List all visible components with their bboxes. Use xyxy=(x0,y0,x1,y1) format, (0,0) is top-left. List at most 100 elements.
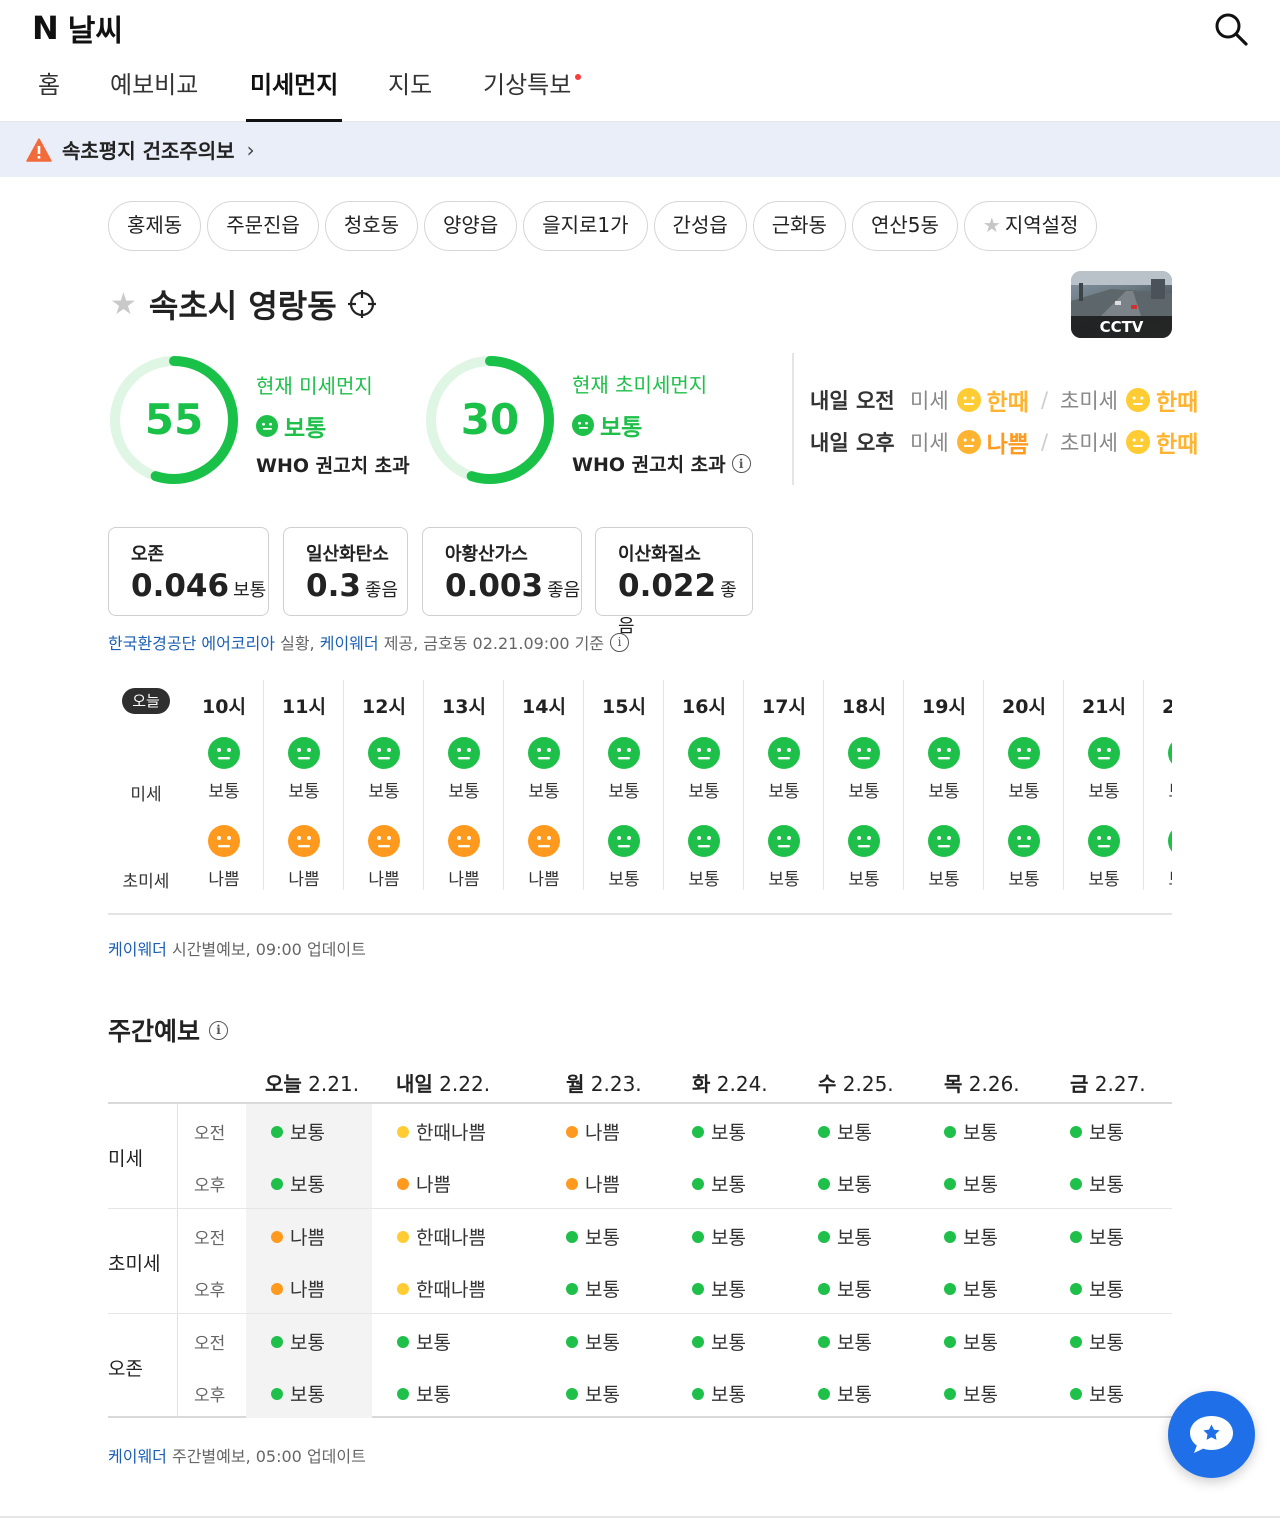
pm25-grade: 보통 xyxy=(1088,870,1120,890)
region-setting-chip[interactable]: ★ 지역설정 xyxy=(963,201,1098,251)
pm25-grade: 보통 xyxy=(688,870,720,890)
gas-card-ozone[interactable]: 오존 0.046 보통 xyxy=(108,527,269,616)
am-label: 오전 xyxy=(194,1334,226,1354)
face-normal-icon xyxy=(572,414,594,436)
tab-map[interactable]: 지도 xyxy=(388,68,432,122)
day-header: 내일 2.22. xyxy=(396,1068,490,1097)
hour-column: 11시 보통 나쁨 xyxy=(264,680,344,890)
gps-icon[interactable] xyxy=(347,289,377,319)
row-divider xyxy=(108,1208,1172,1209)
face-normal-icon xyxy=(256,415,278,437)
gas-name: 일산화탄소 xyxy=(306,544,389,565)
pm10-info: 현재 미세먼지 보통 WHO 권고치 초과 xyxy=(256,370,410,478)
pm25-row-label: 초미세 xyxy=(122,872,170,892)
grade-text: 보통 xyxy=(1089,1279,1124,1301)
forecast-cell: 보통 xyxy=(566,1380,620,1407)
grade-dot xyxy=(397,1387,409,1400)
chatbot-button[interactable] xyxy=(1168,1391,1255,1478)
hour-label: 21시 xyxy=(1082,696,1126,718)
pm10-grade-row: 보통 xyxy=(256,409,410,443)
forecast-cell: 보통 xyxy=(692,1170,746,1197)
gas-card-co[interactable]: 일산화탄소 0.3 좋음 xyxy=(283,527,408,616)
face-icon xyxy=(1088,737,1120,769)
pm25-grade: 나쁨 xyxy=(448,870,480,890)
gas-grade: 좋음 xyxy=(547,580,581,601)
day-header: 금 2.27. xyxy=(1070,1068,1146,1097)
alert-banner[interactable]: 속초평지 건조주의보 › xyxy=(0,122,1280,177)
gas-card-so2[interactable]: 아황산가스 0.003 좋음 xyxy=(422,527,582,616)
grade-text: 보통 xyxy=(837,1332,872,1354)
nav-tabs: 홈 예보비교 미세먼지 지도 기상특보 xyxy=(0,62,1280,122)
grade-text: 나쁨 xyxy=(585,1122,620,1144)
pm10-grade: 보통 xyxy=(1008,782,1040,802)
grade-dot xyxy=(566,1177,578,1190)
forecast-cell: 보통 xyxy=(397,1328,451,1355)
tab-home[interactable]: 홈 xyxy=(38,68,60,122)
grade-text: 보통 xyxy=(837,1384,872,1406)
region-chip[interactable]: 홍제동 xyxy=(108,201,202,251)
grade-text: 보통 xyxy=(1089,1122,1124,1144)
pm10-grade: 보통 xyxy=(848,782,880,802)
grade-text: 나쁨 xyxy=(416,1174,451,1196)
face-icon xyxy=(288,825,320,857)
face-icon xyxy=(1008,825,1040,857)
info-icon[interactable]: i xyxy=(731,454,751,473)
grade-dot xyxy=(692,1177,704,1190)
grade-dot xyxy=(1070,1387,1082,1400)
hourly-label-column: 오늘 미세 초미세 xyxy=(108,680,184,913)
region-chip[interactable]: 간성읍 xyxy=(653,201,747,251)
provider-link[interactable]: 케이웨더 xyxy=(108,940,167,959)
gas-card-no2[interactable]: 이산화질소 0.022 좋음 xyxy=(595,527,753,637)
pm10-grade: 보통 xyxy=(928,782,960,802)
search-icon[interactable] xyxy=(1212,10,1250,48)
grade-text: 보통 xyxy=(416,1332,451,1354)
pm25-grade: 나쁨 xyxy=(368,870,400,890)
region-chip[interactable]: 양양읍 xyxy=(424,201,518,251)
face-icon xyxy=(208,737,240,769)
pm25-who-row: WHO 권고치 초과 i xyxy=(572,450,751,477)
grade-text: 보통 xyxy=(837,1122,872,1144)
pm10-grade: 보통 xyxy=(208,782,240,802)
grade-dot xyxy=(818,1387,830,1400)
region-chip[interactable]: 청호동 xyxy=(324,201,419,251)
new-badge-dot xyxy=(575,74,581,80)
grade-dot xyxy=(818,1335,830,1348)
source-provider-link[interactable]: 케이웨더 xyxy=(320,630,379,654)
favorite-star-icon[interactable]: ★ xyxy=(110,287,137,322)
grade-text: 보통 xyxy=(1089,1227,1124,1249)
warning-icon xyxy=(26,137,52,162)
hour-column: 14시 보통 나쁨 xyxy=(504,680,584,890)
grade-dot xyxy=(566,1335,578,1348)
source-org-link[interactable]: 한국환경공단 에어코리아 xyxy=(108,630,275,654)
logo[interactable]: N 날씨 xyxy=(32,8,123,49)
pm10-grade: 보통 xyxy=(284,416,327,442)
day-date: 2.21. xyxy=(308,1072,360,1096)
region-chip[interactable]: 연산5동 xyxy=(851,201,958,251)
pm10-grade: 보통 xyxy=(608,782,640,802)
grade-dot xyxy=(271,1125,283,1138)
cctv-thumbnail[interactable]: CCTV xyxy=(1071,271,1172,338)
grade-text: 나쁨 xyxy=(290,1227,325,1249)
hourly-forecast[interactable]: 오늘 미세 초미세 10시 보통 나쁨 11시 보통 나쁨 12시 보통 나쁨 13시 보통 나쁨 14… xyxy=(108,680,1172,915)
grade-text: 보통 xyxy=(711,1174,746,1196)
tab-forecast-compare[interactable]: 예보비교 xyxy=(110,68,198,122)
info-icon[interactable]: i xyxy=(209,1020,229,1040)
face-bad-icon xyxy=(956,430,981,454)
tab-fine-dust[interactable]: 미세먼지 xyxy=(245,68,343,122)
region-chip[interactable]: 주문진읍 xyxy=(207,201,319,251)
provider-link[interactable]: 케이웨더 xyxy=(108,1447,167,1466)
region-chip[interactable]: 을지로1가 xyxy=(523,201,648,251)
tab-weather-alert[interactable]: 기상특보 xyxy=(483,68,571,122)
grade-dot xyxy=(271,1230,283,1243)
hour-column: 15시 보통 보통 xyxy=(584,680,664,890)
pm25-grade: 보통 xyxy=(848,870,880,890)
forecast-cell: 나쁨 xyxy=(271,1275,325,1302)
region-chip[interactable]: 근화동 xyxy=(752,201,846,251)
face-icon xyxy=(1088,825,1120,857)
info-icon[interactable]: i xyxy=(610,632,630,652)
forecast-cell: 보통 xyxy=(818,1170,872,1197)
pm10-gauge: 55 xyxy=(108,354,240,486)
forecast-cell: 보통 xyxy=(692,1380,746,1407)
row-divider xyxy=(108,1313,1172,1314)
source-text: 제공, 금호동 02.21.09:00 기준 xyxy=(378,634,605,653)
